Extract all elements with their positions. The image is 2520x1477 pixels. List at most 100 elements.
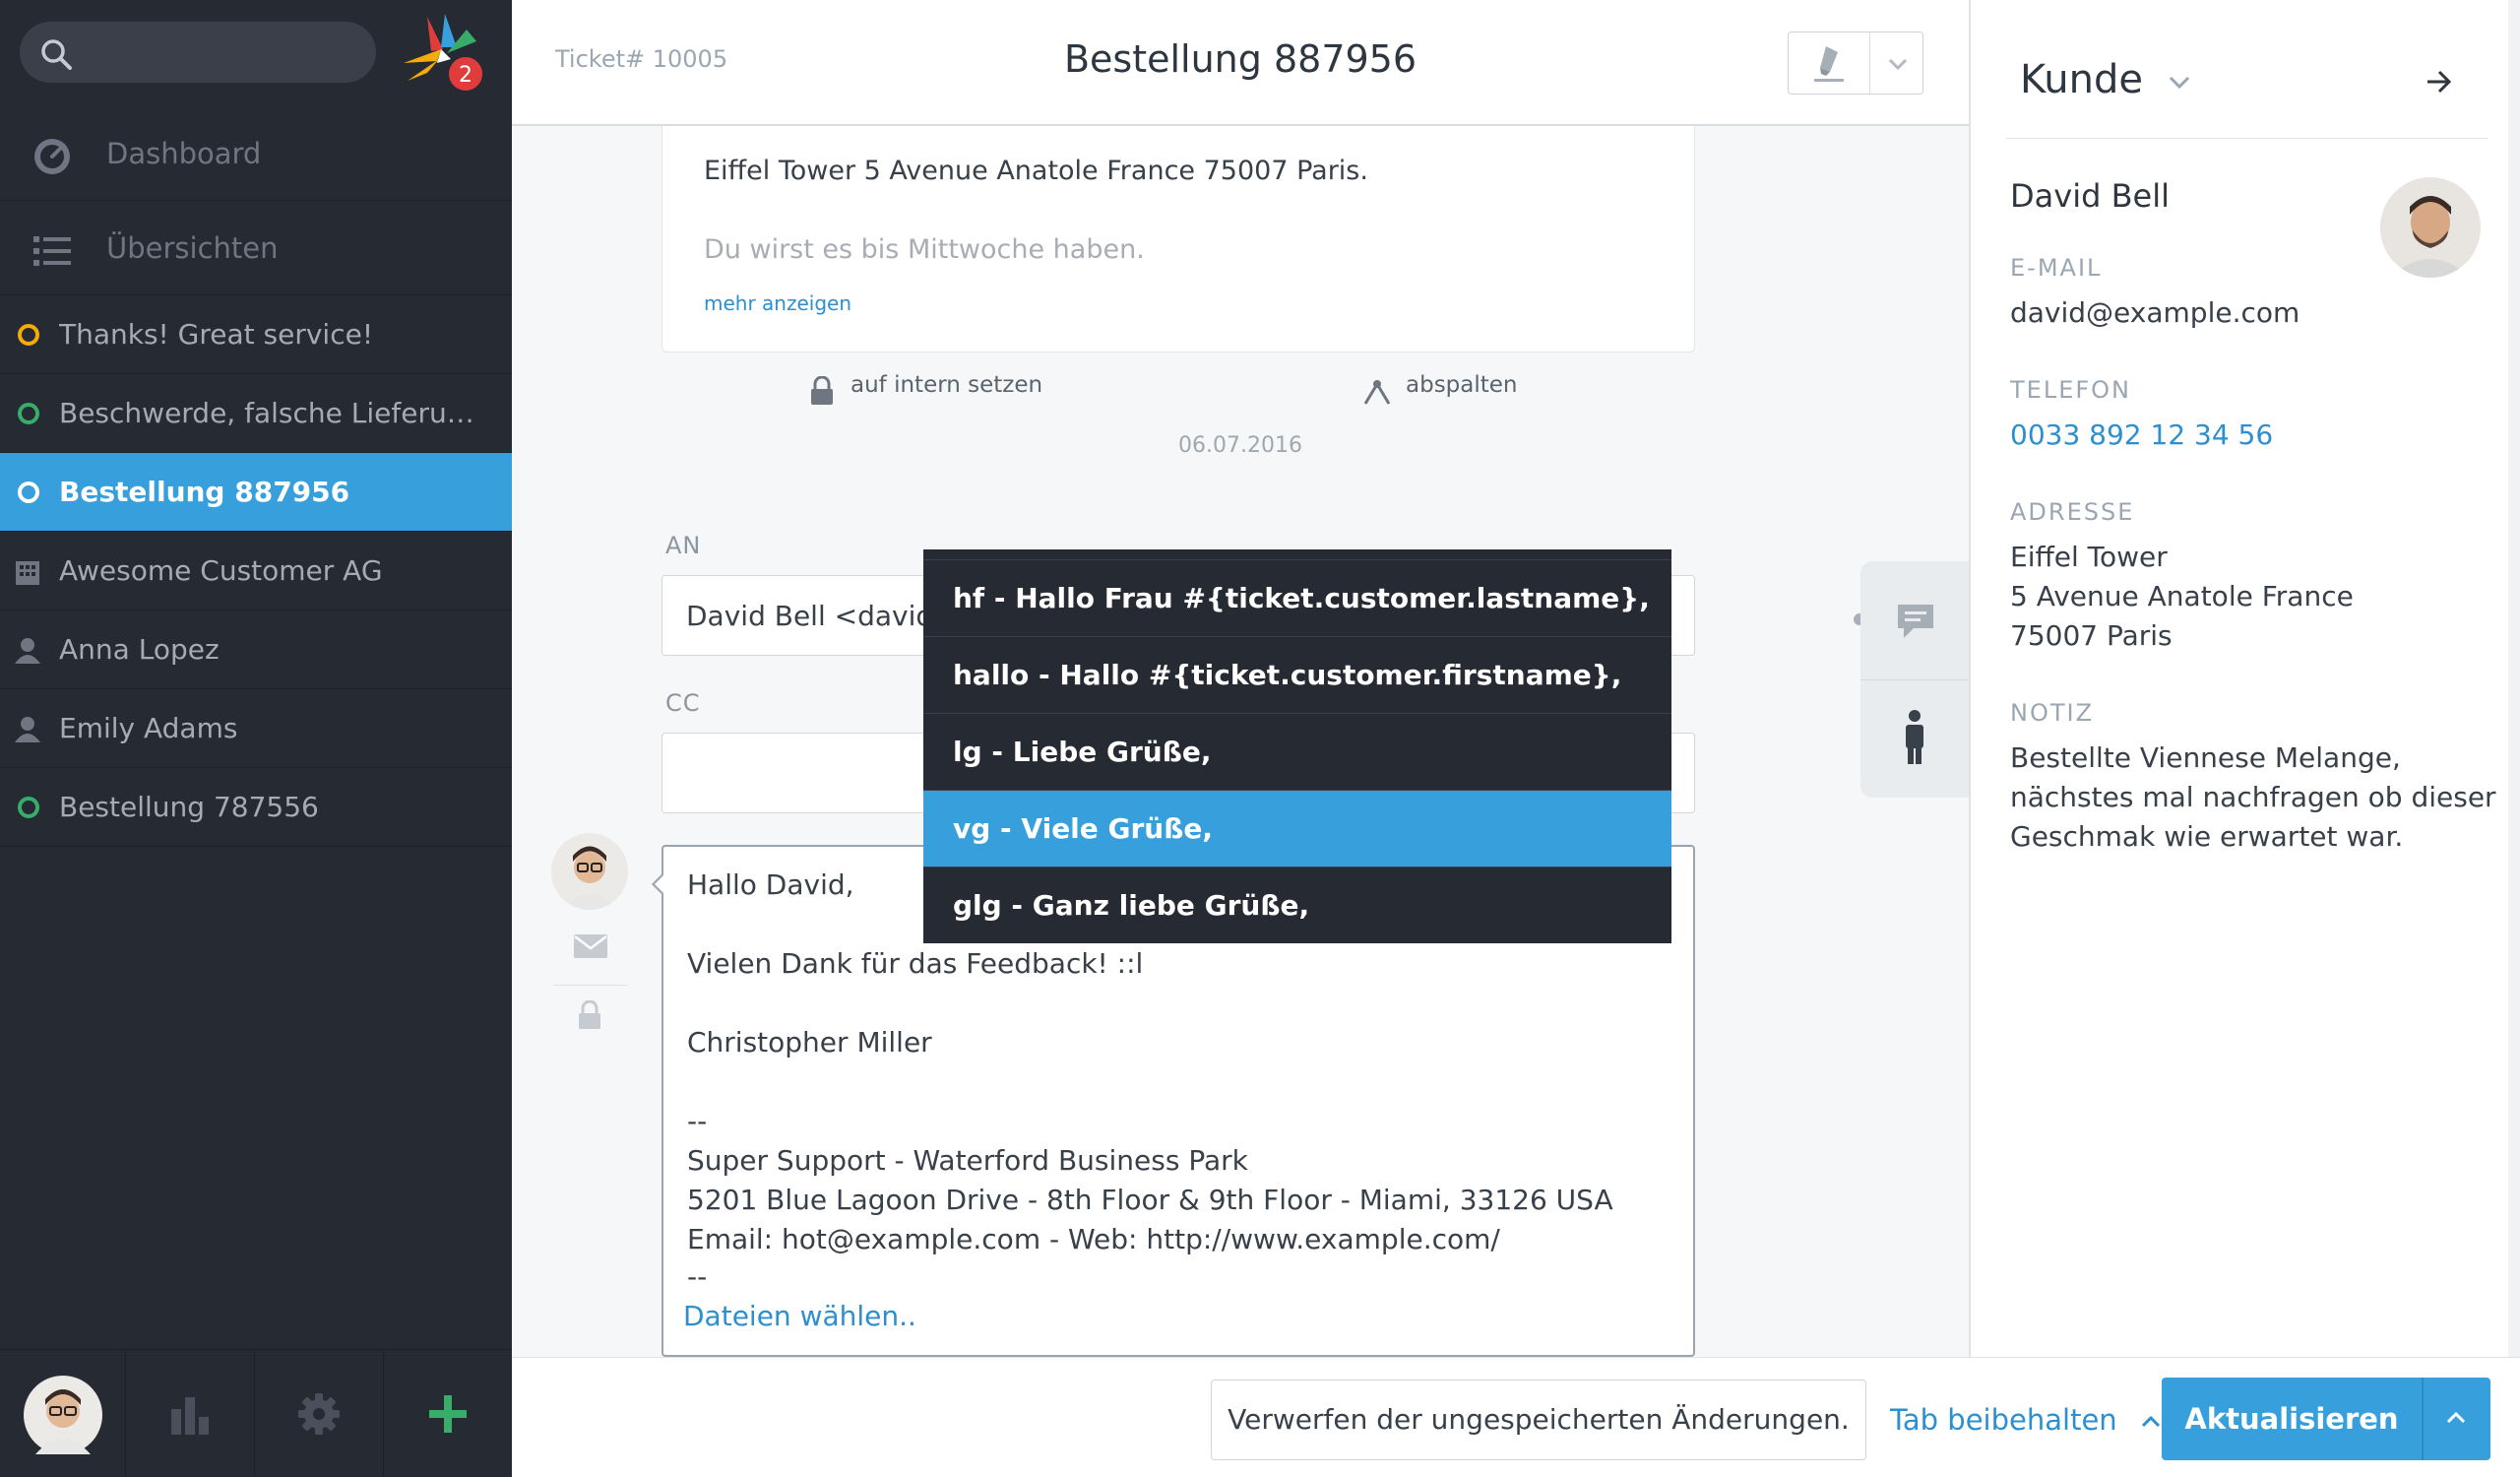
ticket-open-icon bbox=[18, 482, 39, 503]
organization-icon bbox=[16, 561, 39, 585]
editor-line: 5201 Blue Lagoon Drive - 8th Floor & 9th… bbox=[687, 1184, 1613, 1216]
ticket-footer: Verwerfen der ungespeicherten Änderungen… bbox=[512, 1357, 2520, 1477]
update-button-label: Aktualisieren bbox=[2184, 1402, 2399, 1436]
sidebar-user-anna[interactable]: Anna Lopez bbox=[0, 610, 512, 689]
dropdown-item[interactable]: hf - Hallo Frau #{ticket.customer.lastna… bbox=[923, 559, 1671, 636]
dropdown-item-selected[interactable]: vg - Viele Grüße, bbox=[923, 790, 1671, 867]
chevron-down-icon[interactable] bbox=[1887, 54, 1909, 74]
customer-panel-title[interactable]: Kunde bbox=[2020, 57, 2191, 102]
lock-icon[interactable] bbox=[577, 1000, 602, 1030]
cc-label: CC bbox=[665, 689, 701, 717]
keep-tab-label: Tab beibehalten bbox=[1890, 1403, 2117, 1437]
scrollbar[interactable] bbox=[2508, 0, 2520, 1357]
chat-icon[interactable] bbox=[1896, 603, 1935, 640]
sidebar-ticket-thanks[interactable]: Thanks! Great service! bbox=[0, 295, 512, 374]
avatar bbox=[24, 1376, 102, 1454]
tab-divider bbox=[1860, 679, 1969, 680]
panel-divider bbox=[2006, 138, 2488, 139]
choose-files-link[interactable]: Dateien wählen.. bbox=[683, 1300, 916, 1332]
to-field-value: David Bell <david@ bbox=[686, 600, 962, 632]
sidebar-user-label: Emily Adams bbox=[59, 712, 238, 744]
chevron-up-icon bbox=[2141, 1415, 2160, 1428]
email-label: E-MAIL bbox=[2010, 254, 2103, 282]
sidebar-ticket-label: Bestellung 887956 bbox=[59, 476, 350, 508]
address-line[interactable]: Eiffel Tower bbox=[2010, 538, 2168, 577]
bar-chart-icon bbox=[171, 1397, 209, 1435]
chevron-down-icon bbox=[2169, 76, 2189, 90]
user-icon bbox=[15, 638, 40, 664]
settings-button[interactable] bbox=[255, 1350, 384, 1477]
sidebar-ticket-order[interactable]: Bestellung 787556 bbox=[0, 768, 512, 847]
sidebar-user-emily[interactable]: Emily Adams bbox=[0, 689, 512, 768]
article-card: Eiffel Tower 5 Avenue Anatole France 750… bbox=[662, 126, 1695, 353]
dropdown-item[interactable]: glg - Ganz liebe Grüße, bbox=[923, 867, 1671, 943]
sidebar-ticket-active[interactable]: Bestellung 887956 bbox=[0, 453, 512, 532]
user-icon bbox=[15, 717, 40, 742]
sidebar-ticket-label: Bestellung 787556 bbox=[59, 791, 319, 823]
customer-email[interactable]: david@example.com bbox=[2010, 293, 2300, 333]
editor-line: Super Support - Waterford Business Park bbox=[687, 1144, 1248, 1177]
split-label: abspalten bbox=[1406, 372, 1518, 398]
customer-phone[interactable]: 0033 892 12 34 56 bbox=[2010, 416, 2273, 455]
article-text: Eiffel Tower 5 Avenue Anatole France 750… bbox=[704, 156, 1368, 186]
page-title[interactable]: Bestellung 887956 bbox=[512, 37, 1969, 81]
note-label: NOTIZ bbox=[2010, 699, 2095, 727]
new-ticket-button[interactable] bbox=[384, 1350, 512, 1477]
article-text-faded: Du wirst es bis Mittwoche haben. bbox=[704, 234, 1145, 265]
gear-icon bbox=[298, 1393, 340, 1435]
nav-overviews[interactable]: Übersichten bbox=[0, 201, 512, 295]
user-avatar-button[interactable] bbox=[0, 1350, 126, 1477]
reports-button[interactable] bbox=[126, 1350, 255, 1477]
nav-dashboard-label: Dashboard bbox=[106, 137, 262, 170]
customer-panel: Kunde David Bell E-MAIL david@example.co… bbox=[1969, 0, 2520, 1357]
ticket-open-icon bbox=[18, 403, 39, 424]
compose-pointer-inner bbox=[655, 874, 664, 894]
nav-dashboard[interactable]: Dashboard bbox=[0, 106, 512, 201]
arrow-right-icon[interactable] bbox=[2426, 69, 2453, 95]
email-icon[interactable] bbox=[573, 933, 608, 959]
note-line[interactable]: nächstes mal nachfragen ob dieser bbox=[2010, 778, 2496, 817]
notification-badge[interactable]: 2 bbox=[447, 55, 484, 93]
ticket-actions-button[interactable] bbox=[1788, 32, 1923, 95]
sidebar-footer bbox=[0, 1349, 512, 1477]
editor-line: Vielen Dank für das Feedback! ::l bbox=[687, 947, 1144, 980]
chevron-up-icon[interactable] bbox=[2445, 1409, 2467, 1427]
text-module-dropdown: hf - Hallo Frau #{ticket.customer.lastna… bbox=[923, 549, 1671, 943]
note-line[interactable]: Geschmak wie erwartet war. bbox=[2010, 817, 2403, 857]
sidebar-user-label: Anna Lopez bbox=[59, 633, 220, 666]
address-label: ADRESSE bbox=[2010, 498, 2135, 526]
date-separator: 06.07.2016 bbox=[1178, 433, 1302, 458]
composer-divider bbox=[553, 985, 628, 986]
plus-icon bbox=[429, 1395, 467, 1433]
editor-line: Christopher Miller bbox=[687, 1026, 932, 1059]
search-input[interactable] bbox=[20, 22, 376, 83]
sidebar-organization[interactable]: Awesome Customer AG bbox=[0, 532, 512, 610]
editor-line: Hallo David, bbox=[687, 868, 854, 901]
set-internal-label: auf intern setzen bbox=[850, 372, 1043, 398]
dropdown-item[interactable]: hallo - Hallo #{ticket.customer.firstnam… bbox=[923, 636, 1671, 713]
customer-name[interactable]: David Bell bbox=[2010, 177, 2170, 215]
phone-label: TELEFON bbox=[2010, 376, 2132, 404]
address-line[interactable]: 5 Avenue Anatole France bbox=[2010, 577, 2354, 616]
button-divider bbox=[1869, 32, 1870, 94]
search-icon bbox=[41, 39, 72, 70]
to-label: AN bbox=[665, 532, 702, 559]
sidebar-organization-label: Awesome Customer AG bbox=[59, 554, 383, 587]
show-more-link[interactable]: mehr anzeigen bbox=[704, 291, 851, 315]
sidebar-ticket-complaint[interactable]: Beschwerde, falsche Lieferung ... bbox=[0, 374, 512, 453]
ticket-open-icon bbox=[18, 797, 39, 818]
sidebar-ticket-label: Thanks! Great service! bbox=[59, 318, 374, 351]
dropdown-item[interactable]: lg - Liebe Grüße, bbox=[923, 713, 1671, 790]
editor-line: Email: hot@example.com - Web: http://www… bbox=[687, 1223, 1500, 1255]
nav-overviews-label: Übersichten bbox=[106, 231, 279, 265]
note-line[interactable]: Bestellte Viennese Melange, bbox=[2010, 738, 2401, 778]
highlighter-icon bbox=[1814, 46, 1844, 82]
keep-tab-toggle[interactable]: Tab beibehalten bbox=[1890, 1380, 2162, 1460]
address-line[interactable]: 75007 Paris bbox=[2010, 616, 2173, 656]
sidebar: 2 Dashboard Übersichten Thanks! Great se… bbox=[0, 0, 512, 1477]
discard-changes-button[interactable]: Verwerfen der ungespeicherten Änderungen… bbox=[1211, 1380, 1866, 1460]
person-icon[interactable] bbox=[1902, 709, 1927, 764]
split-icon bbox=[1363, 380, 1391, 405]
editor-line: -- bbox=[687, 1105, 708, 1137]
update-button[interactable]: Aktualisieren bbox=[2162, 1378, 2490, 1460]
